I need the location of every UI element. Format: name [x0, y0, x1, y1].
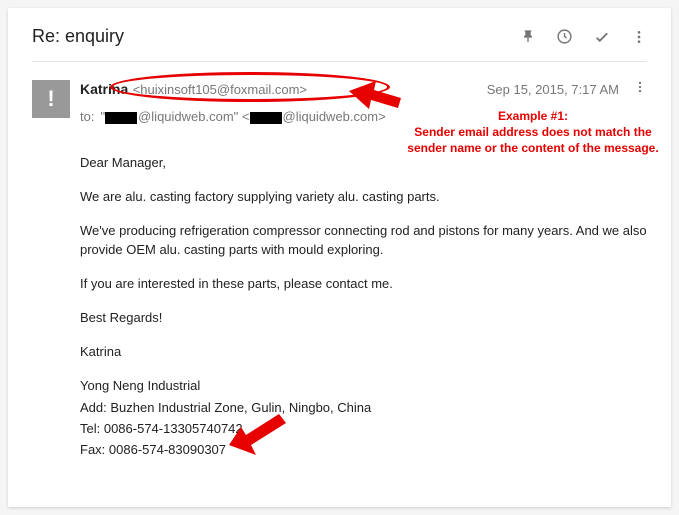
sender-info: Katrina <huixinsoft105@foxmail.com>	[80, 81, 307, 99]
action-icons	[520, 28, 647, 46]
paragraph-3: If you are interested in these parts, pl…	[80, 275, 647, 293]
paragraph-1: We are alu. casting factory supplying va…	[80, 188, 647, 206]
recipient-row: to: "@liquidweb.com" <@liquidweb.com>	[80, 109, 647, 124]
signature-company: Yong Neng Industrial	[80, 377, 647, 395]
snooze-icon[interactable]	[556, 28, 573, 45]
message-meta: Sep 15, 2015, 7:17 AM	[487, 80, 647, 99]
signature-fax: Fax: 0086-574-83090307	[80, 441, 647, 459]
message-body: Dear Manager, We are alu. casting factor…	[80, 154, 647, 459]
pin-icon[interactable]	[520, 29, 536, 45]
subject-row: Re: enquiry	[32, 26, 647, 62]
email-card: Re: enquiry ! Katrina <huix	[8, 8, 671, 507]
sender-line: Katrina <huixinsoft105@foxmail.com> Sep …	[80, 80, 647, 99]
signature-tel: Tel: 0086-574-13305740742	[80, 420, 647, 438]
redacted	[105, 112, 137, 124]
email-subject: Re: enquiry	[32, 26, 124, 47]
more-icon[interactable]	[631, 29, 647, 45]
closing: Best Regards!	[80, 309, 647, 327]
recipient: "@liquidweb.com" <@liquidweb.com>	[100, 109, 385, 124]
sender-email: <huixinsoft105@foxmail.com>	[133, 82, 307, 97]
sender-block: Katrina <huixinsoft105@foxmail.com> Sep …	[80, 80, 647, 124]
paragraph-2: We've producing refrigeration compressor…	[80, 222, 647, 258]
done-icon[interactable]	[593, 28, 611, 46]
redacted	[250, 112, 282, 124]
greeting: Dear Manager,	[80, 154, 647, 172]
message-header: ! Katrina <huixinsoft105@foxmail.com> Se…	[32, 80, 647, 124]
message-menu-icon[interactable]	[633, 80, 647, 99]
message-date: Sep 15, 2015, 7:17 AM	[487, 82, 619, 97]
signature-name: Katrina	[80, 343, 647, 361]
sender-name: Katrina	[80, 81, 128, 97]
signature-address: Add: Buzhen Industrial Zone, Gulin, Ning…	[80, 399, 647, 417]
sender-avatar: !	[32, 80, 70, 118]
to-label: to:	[80, 109, 94, 124]
spam-icon: !	[32, 80, 70, 118]
